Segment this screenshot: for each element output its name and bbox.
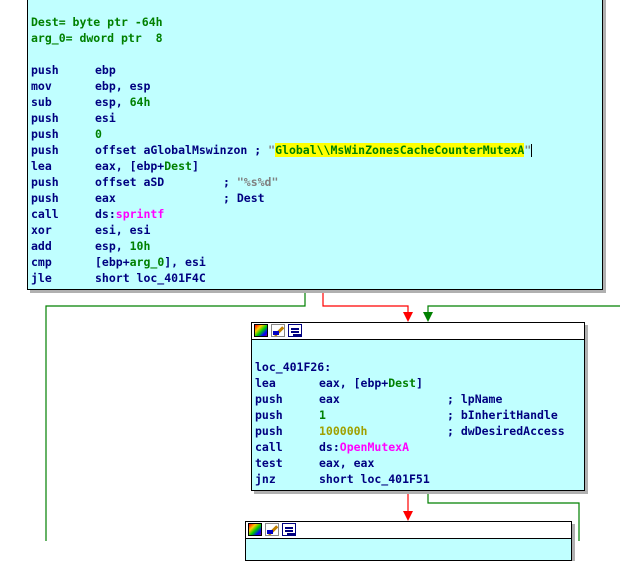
operand: ds:sprintf: [95, 206, 164, 222]
label-loc_401F26[interactable]: loc_401F26:: [255, 360, 331, 374]
mnemonic: xor: [31, 223, 52, 237]
jump-target-loc_401F51[interactable]: short loc_401F51: [319, 471, 430, 487]
mnemonic: mov: [31, 79, 52, 93]
mnemonic: push: [31, 63, 59, 77]
node-header: [252, 323, 584, 340]
rename-icon[interactable]: [271, 324, 285, 337]
mnemonic: call: [255, 440, 283, 454]
var-arg0-text: arg_0= dword ptr 8: [31, 31, 163, 45]
operand: esi, esi: [95, 223, 151, 237]
segment-prefix: ds:: [319, 440, 340, 454]
api-OpenMutexA[interactable]: OpenMutexA: [340, 440, 409, 454]
arrowhead-green-node2: [423, 312, 433, 322]
var-dest-text: Dest= byte ptr -64h: [31, 15, 163, 29]
rename-icon[interactable]: [265, 523, 279, 536]
mnemonic: push: [31, 143, 59, 157]
symbol-aSD[interactable]: offset aSD: [95, 175, 164, 189]
graph-node-loc_401F26[interactable]: loc_401F26: lea eax, [ebp+Dest] push eax ; …: [251, 322, 585, 491]
color-palette-icon[interactable]: [254, 324, 268, 337]
string-quote: ": [524, 143, 532, 157]
comment-lpName: ; lpName: [447, 392, 503, 406]
operand: ds:OpenMutexA: [319, 439, 409, 455]
arrowhead-red-node2: [403, 312, 413, 322]
arrowhead-red-node3: [403, 511, 413, 521]
mnemonic: call: [31, 207, 59, 221]
mnemonic: jnz: [255, 472, 276, 486]
mnemonic: cmp: [31, 255, 52, 269]
edge-false-to-loc_401F26: [322, 290, 409, 318]
operand: eax: [95, 191, 116, 205]
immediate-value: 10h: [129, 239, 151, 253]
mnemonic: push: [255, 424, 283, 438]
operand-part: ]: [191, 159, 199, 173]
var-ref-arg0[interactable]: arg_0: [130, 255, 165, 269]
mnemonic: sub: [31, 95, 52, 109]
mnemonic: push: [255, 392, 283, 406]
var-arg0-decl: arg_0= dword ptr 8: [31, 30, 163, 46]
operand: eax, [ebp+Dest]: [319, 375, 423, 391]
operand: offset aSD: [95, 174, 164, 190]
mutex-string-literal[interactable]: Global\\MsWinZonesCacheCounterMutexA: [275, 143, 525, 157]
format-string: "%s%d": [236, 175, 279, 189]
collapse-node-icon[interactable]: [282, 523, 296, 536]
jump-target-loc_401F4C[interactable]: short loc_401F4C: [95, 270, 206, 286]
immediate-value: 0: [95, 127, 102, 141]
segment-prefix: ds:: [95, 207, 116, 221]
operand: offset aGlobalMswinzon ; "Global\\MsWinZ…: [95, 142, 533, 158]
operand-part: eax, [ebp+: [95, 159, 165, 173]
operand-part: ], esi: [164, 255, 206, 269]
mnemonic: add: [31, 239, 52, 253]
comment: ; "%s%d": [223, 175, 279, 189]
mnemonic: test: [255, 456, 283, 470]
graph-node-next[interactable]: [245, 521, 572, 561]
symbol-aGlobalMswinzon[interactable]: aGlobalMswinzon: [143, 143, 247, 157]
operand-part: eax, [ebp+: [319, 376, 389, 390]
comment-delimiter: ;: [254, 143, 262, 157]
api-sprintf[interactable]: sprintf: [116, 207, 164, 221]
operand: esp, 10h: [95, 239, 151, 253]
operand-part: [ebp+: [95, 255, 130, 269]
operand: eax, eax: [319, 456, 375, 470]
comment-bInheritHandle: ; bInheritHandle: [447, 408, 558, 422]
immediate-value: 1: [319, 408, 326, 422]
var-ref-dest[interactable]: Dest: [388, 376, 416, 390]
mnemonic: push: [31, 175, 59, 189]
operand: ebp, esp: [95, 79, 151, 93]
mnemonic: push: [31, 111, 59, 125]
operand: [ebp+arg_0], esi: [95, 254, 206, 270]
operand: eax: [319, 392, 340, 406]
mnemonic: push: [31, 191, 59, 205]
operand-part: ]: [415, 376, 423, 390]
operand: esi: [95, 111, 116, 125]
text-cursor: [531, 144, 533, 157]
var-ref-dest[interactable]: Dest: [164, 159, 192, 173]
graph-node-function-entry[interactable]: Dest= byte ptr -64h arg_0= dword ptr 8 p…: [27, 0, 603, 290]
color-palette-icon[interactable]: [248, 523, 262, 536]
comment-dwDesiredAccess: ; dwDesiredAccess: [447, 424, 565, 438]
immediate-value: 64h: [129, 95, 151, 109]
operand: ebp: [95, 63, 116, 77]
collapse-node-icon[interactable]: [288, 324, 302, 337]
location-label[interactable]: loc_401F26:: [255, 359, 331, 375]
var-dest-decl: Dest= byte ptr -64h: [31, 14, 163, 30]
mnemonic: push: [31, 127, 59, 141]
operand: esp, 64h: [95, 95, 151, 109]
edge-incoming-right: [427, 305, 620, 318]
operand: eax, [ebp+Dest]: [95, 158, 199, 174]
node-header: [246, 522, 571, 539]
comment: ; Dest: [223, 191, 265, 205]
immediate-value: 100000h: [319, 424, 368, 438]
mnemonic: lea: [255, 376, 276, 390]
mnemonic: lea: [31, 159, 52, 173]
mnemonic: push: [255, 408, 283, 422]
mnemonic: jle: [31, 271, 52, 285]
offset-keyword: offset: [95, 143, 137, 157]
